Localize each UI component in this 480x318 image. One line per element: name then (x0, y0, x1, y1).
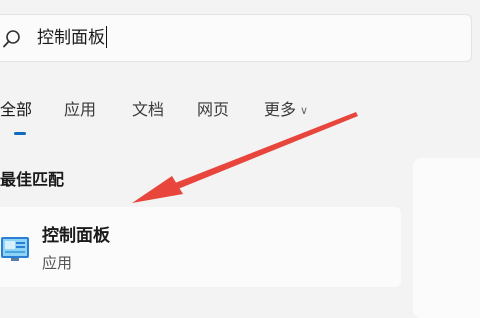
result-subtitle: 应用 (42, 254, 73, 272)
details-panel (413, 158, 480, 318)
best-match-result[interactable]: 控制面板 应用 (0, 207, 401, 287)
tab-all[interactable]: 全部 (0, 98, 32, 122)
search-input[interactable]: 控制面板 (37, 26, 105, 50)
tab-documents[interactable]: 文档 (132, 98, 164, 122)
control-panel-icon (1, 237, 29, 261)
tab-web[interactable]: 网页 (197, 98, 229, 122)
tab-apps[interactable]: 应用 (64, 98, 96, 122)
text-cursor (106, 26, 107, 48)
tab-more[interactable]: 更多 ∨ (264, 98, 308, 123)
result-title: 控制面板 (42, 226, 110, 246)
filter-tabs: 全部 应用 文档 网页 更多 ∨ (0, 98, 480, 128)
search-box[interactable]: 控制面板 (0, 14, 472, 62)
search-icon (3, 30, 20, 48)
best-match-heading: 最佳匹配 (0, 170, 65, 189)
active-tab-indicator (14, 132, 26, 135)
tab-more-label: 更多 (264, 100, 297, 119)
chevron-down-icon: ∨ (300, 103, 309, 117)
